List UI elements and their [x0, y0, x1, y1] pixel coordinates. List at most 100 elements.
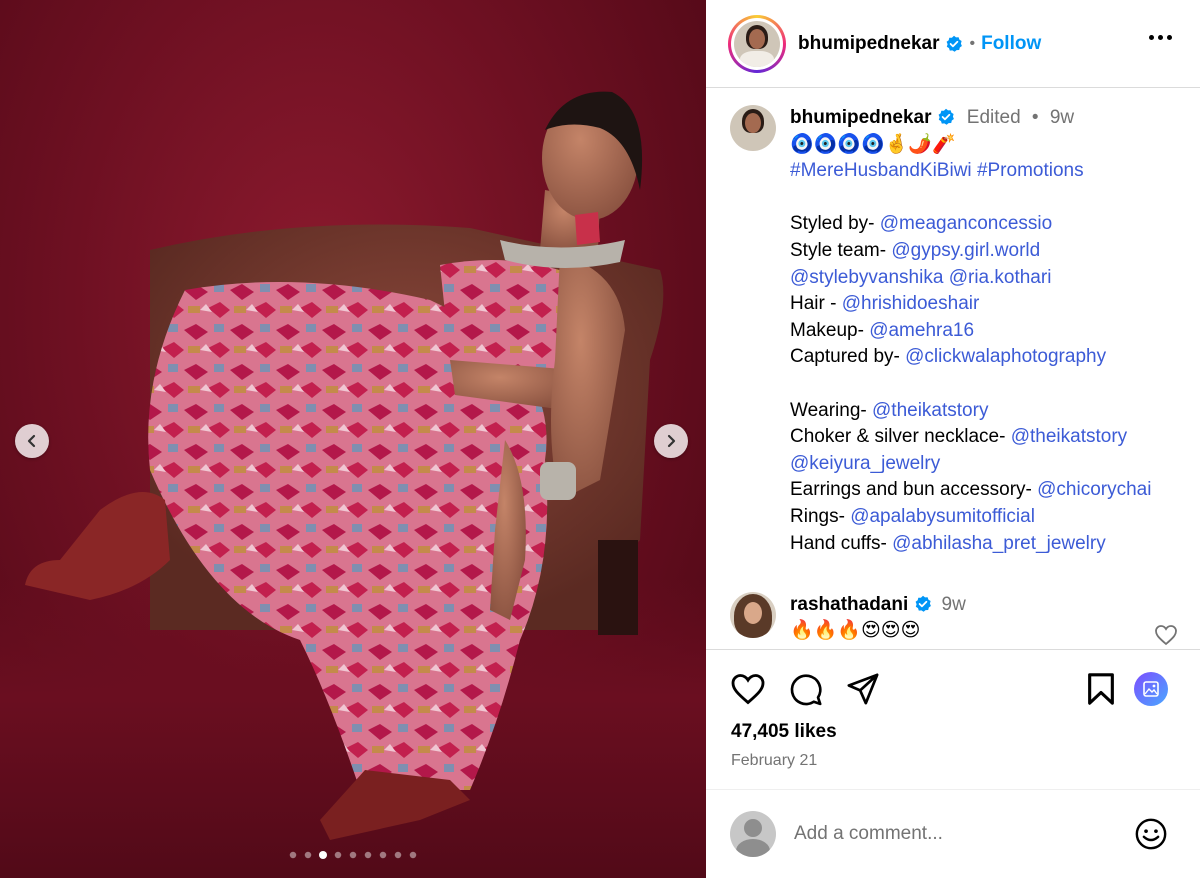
follow-button[interactable]: Follow: [981, 33, 1041, 55]
emoji-icon[interactable]: [1134, 817, 1168, 851]
caption-avatar[interactable]: [730, 105, 776, 151]
carousel-dot: [304, 851, 312, 859]
header-username[interactable]: bhumipednekar: [798, 33, 939, 55]
caption-label: Earrings and bun accessory-: [790, 479, 1038, 501]
post-date[interactable]: February 21: [731, 752, 817, 770]
emoji-line: 🧿🧿🧿🧿🤞🌶️🧨: [790, 133, 956, 155]
post-header: bhumipednekar • Follow: [706, 0, 1200, 88]
hashtag-link[interactable]: #Promotions: [977, 160, 1084, 181]
verified-badge-icon: [947, 35, 963, 52]
carousel-dot: [379, 851, 387, 859]
caption-username[interactable]: bhumipednekar: [790, 107, 931, 128]
caption-line: Earrings and bun accessory- @chicorychai: [790, 477, 1190, 504]
post-photo: [25, 91, 664, 840]
mention-link[interactable]: @amehra16: [869, 320, 974, 341]
current-user-avatar: [730, 811, 776, 857]
carousel-dot: [364, 851, 372, 859]
mention-link[interactable]: @theikatstory: [1011, 426, 1127, 447]
caption-line: Wearing- @theikatstory: [790, 398, 1190, 425]
edited-label: Edited: [966, 107, 1021, 128]
caption-line: Captured by- @clickwalaphotography: [790, 344, 1190, 371]
hand-cuff: [540, 462, 576, 500]
chevron-left-icon: [27, 434, 36, 448]
caption-line: Hair - @hrishidoeshair: [790, 291, 1190, 318]
previous-image-button[interactable]: [15, 424, 49, 458]
caption-line: Hand cuffs- @abhilasha_pret_jewelry: [790, 531, 1190, 558]
chair-leg: [598, 540, 638, 635]
post-sidebar: bhumipednekar • Follow bhumipednekar Edi…: [706, 0, 1200, 878]
caption-label: Choker & silver necklace-: [790, 426, 1011, 448]
caption-label: Style team-: [790, 239, 892, 261]
carousel-dot: [409, 851, 417, 859]
commenter-username[interactable]: rashathadani: [790, 594, 908, 615]
choker-pendant: [575, 212, 600, 245]
header-separator: •: [969, 34, 976, 52]
mention-link[interactable]: @meaganconcessio: [880, 213, 1052, 234]
carousel-dot: [334, 851, 342, 859]
more-options-icon[interactable]: [1149, 35, 1172, 40]
caption-line: Styled by- @meaganconcessio: [790, 211, 1190, 238]
carousel-dot: [349, 851, 357, 859]
mention-link[interactable]: @keiyura_jewelry: [790, 453, 940, 474]
credits-list: Styled by- @meaganconcessio Style team- @…: [790, 211, 1190, 371]
caption-line: Style team- @gypsy.girl.world: [790, 238, 1190, 265]
heart-icon[interactable]: [1154, 624, 1178, 646]
boot-left: [25, 492, 170, 600]
caption-label: Captured by-: [790, 346, 906, 368]
verified-badge-icon: [915, 595, 932, 612]
carousel-indicator: [288, 850, 418, 860]
mention-link[interactable]: @hrishidoeshair: [842, 293, 980, 314]
caption-line: @keiyura_jewelry: [790, 451, 1190, 478]
comment-time[interactable]: 9w: [942, 594, 966, 615]
mention-link[interactable]: @chicorychai: [1037, 479, 1151, 500]
share-icon[interactable]: [846, 672, 880, 706]
avatar: [734, 20, 780, 67]
caption-label: Makeup-: [790, 319, 870, 341]
mention-link[interactable]: @apalabysumitofficial: [850, 506, 1035, 527]
mention-link[interactable]: @abhilasha_pret_jewelry: [892, 533, 1106, 554]
caption-label: Hand cuffs-: [790, 532, 893, 554]
comment-input[interactable]: Add a comment...: [794, 823, 1134, 845]
comments-section: bhumipednekar Edited • 9w 🧿🧿🧿🧿🤞🌶️🧨 #Mere…: [706, 89, 1200, 649]
carousel-dot: [289, 851, 297, 859]
hashtag-link[interactable]: #MereHusbandKiBiwi: [790, 160, 972, 181]
next-image-button[interactable]: [654, 424, 688, 458]
avatar: [730, 105, 776, 151]
post-media[interactable]: [0, 0, 706, 878]
comment-item: rashathadani 9w 🔥🔥🔥😍😍😍: [730, 592, 1190, 644]
caption-label: Hair -: [790, 293, 842, 315]
caption-line: Makeup- @amehra16: [790, 318, 1190, 345]
mention-link[interactable]: @gypsy.girl.world: [891, 240, 1040, 261]
mention-link[interactable]: @ria.kothari: [949, 267, 1052, 288]
avatar: [730, 592, 776, 638]
likes-count[interactable]: 47,405 likes: [731, 721, 837, 743]
gallery-icon[interactable]: [1134, 672, 1168, 706]
caption-line: @stylebyvanshika @ria.kothari: [790, 265, 1190, 292]
carousel-dot: [319, 851, 327, 859]
post-actions: 47,405 likes February 21: [706, 649, 1200, 789]
caption-time[interactable]: 9w: [1050, 107, 1074, 128]
hashtag-line: #MereHusbandKiBiwi #Promotions: [790, 158, 1190, 185]
carousel-dot: [394, 851, 402, 859]
caption-separator: •: [1031, 107, 1039, 128]
caption-label: Wearing-: [790, 399, 873, 421]
mention-link[interactable]: @stylebyvanshika: [790, 267, 943, 288]
verified-badge-icon: [939, 108, 955, 125]
comment-text: 🔥🔥🔥😍😍😍: [790, 620, 921, 641]
caption-label: Styled by-: [790, 213, 880, 235]
story-ring[interactable]: [728, 14, 786, 73]
heart-icon[interactable]: [730, 672, 766, 706]
caption-line: Rings- @apalabysumitofficial: [790, 504, 1190, 531]
caption-line: Choker & silver necklace- @theikatstory: [790, 424, 1190, 451]
wearing-list: Wearing- @theikatstory Choker & silver ne…: [790, 398, 1190, 558]
commenter-avatar[interactable]: [730, 592, 776, 638]
mention-link[interactable]: @clickwalaphotography: [905, 346, 1106, 367]
mention-link[interactable]: @theikatstory: [872, 400, 988, 421]
bookmark-icon[interactable]: [1086, 672, 1116, 706]
comment-icon[interactable]: [788, 672, 824, 706]
caption: bhumipednekar Edited • 9w 🧿🧿🧿🧿🤞🌶️🧨 #Mere…: [730, 105, 1190, 557]
add-comment-bar: Add a comment...: [706, 789, 1200, 878]
chevron-right-icon: [667, 434, 676, 448]
caption-label: Rings-: [790, 505, 851, 527]
boot-right: [320, 770, 470, 840]
